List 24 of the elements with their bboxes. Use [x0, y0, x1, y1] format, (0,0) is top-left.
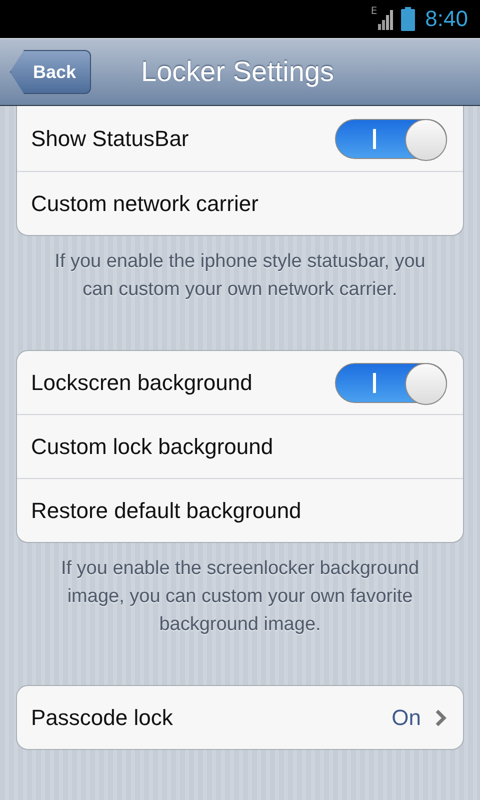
signal-icon — [377, 8, 396, 30]
screen-title: Locker Settings — [141, 56, 334, 88]
network-type-label: E — [370, 6, 378, 17]
back-button[interactable]: Back — [10, 50, 92, 94]
row-label: Custom network carrier — [31, 190, 260, 216]
row-label: Custom lock background — [31, 434, 274, 460]
settings-row[interactable]: Custom lock background — [17, 414, 463, 478]
group-footer-note: If you enable the screenlocker background image, you can custom your own favorite background image. — [60, 557, 420, 637]
chevron-icon — [435, 708, 447, 726]
toggle-switch[interactable] — [335, 362, 447, 402]
group-footer-note: If you enable the iphone style statusbar, you can custom your own network carrier. — [54, 250, 426, 302]
row-label: Show StatusBar — [31, 126, 190, 152]
settings-row[interactable]: Passcode lock On — [17, 686, 463, 749]
settings-row[interactable]: Show StatusBar — [17, 106, 463, 171]
row-label: Passcode lock — [31, 704, 174, 730]
row-label: Restore default background — [31, 498, 302, 524]
row-value: On — [392, 704, 421, 730]
settings-row[interactable]: Custom network carrier — [17, 171, 463, 235]
battery-icon — [401, 7, 416, 31]
settings-row[interactable]: Lockscren background — [17, 351, 463, 414]
clock-time: 8:40 — [425, 6, 468, 32]
settings-row[interactable]: Restore default background — [17, 478, 463, 542]
toggle-switch[interactable] — [335, 118, 447, 158]
row-label: Lockscren background — [31, 370, 254, 396]
